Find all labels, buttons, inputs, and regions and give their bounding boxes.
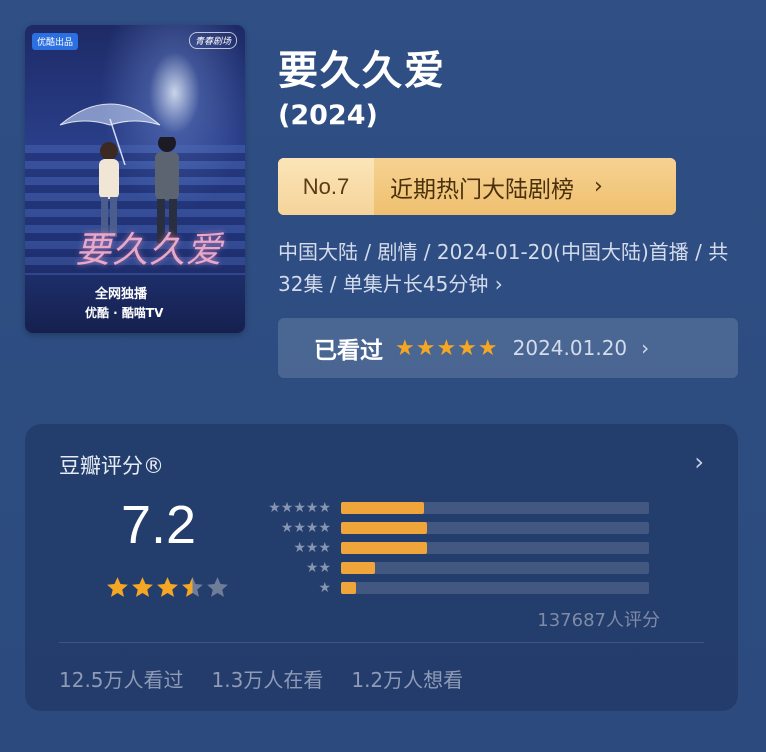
- movie-detail-page: 优酷出品 青春剧场 要久久爱 全网独播 优酷 · 酷喵TV 要久久爱 (2024…: [0, 0, 766, 752]
- rating-bar-fill: [341, 582, 357, 594]
- ranking-banner[interactable]: No.7 近期热门大陆剧榜 ›: [278, 158, 676, 215]
- star-icon: [207, 577, 228, 597]
- rating-bar-stars: ★: [318, 580, 331, 596]
- star-icon: [157, 577, 178, 597]
- rating-bar-row: ★★★★: [261, 518, 661, 538]
- poster-badge-theater: 青春剧场: [188, 32, 237, 49]
- rank-label-container: 近期热门大陆剧榜 ›: [374, 158, 676, 215]
- star-icon: [107, 577, 128, 597]
- rating-bar-track: [341, 522, 649, 534]
- movie-title: 要久久爱: [278, 48, 446, 94]
- rating-bar-fill: [341, 502, 425, 514]
- rank-label: 近期热门大陆剧榜: [390, 176, 574, 203]
- rating-bar-fill: [341, 562, 375, 574]
- rating-distribution: ★★★★★ ★★★★ ★★★ ★★ ★: [261, 498, 661, 598]
- poster-exclusive-label: 全网独播: [95, 287, 148, 302]
- poster-image[interactable]: 优酷出品 青春剧场 要久久爱 全网独播 优酷 · 酷喵TV: [25, 25, 245, 333]
- rating-bar-row: ★★: [261, 558, 661, 578]
- rating-bar-stars: ★★★★★: [268, 500, 331, 516]
- douban-rating-card[interactable]: 豆瓣评分® › 7.2 ★★★★★ ★★★★ ★★★ ★★ ★ 137687人评分 12…: [25, 424, 738, 711]
- rating-bar-track: [341, 502, 649, 514]
- watched-status-button[interactable]: 已看过 ★★★★★ 2024.01.20 ›: [278, 318, 738, 378]
- star-icon: [182, 577, 203, 597]
- rating-bar-row: ★: [261, 578, 661, 598]
- rating-bar-track: [341, 582, 649, 594]
- stat-watched: 12.5万人看过: [59, 668, 184, 692]
- rating-bar-stars: ★★★★: [280, 520, 331, 536]
- rating-bar-row: ★★★★★: [261, 498, 661, 518]
- viewer-stats: 12.5万人看过 1.3万人在看 1.2万人想看: [59, 664, 463, 693]
- star-icon: [132, 577, 153, 597]
- rating-bar-stars: ★★★: [293, 540, 331, 556]
- watched-date: 2024.01.20: [512, 336, 628, 360]
- movie-meta-info[interactable]: 中国大陆 / 剧情 / 2024-01-20(中国大陆)首播 / 共32集 / …: [278, 236, 748, 300]
- stat-watching: 1.3万人在看: [211, 668, 324, 692]
- rating-bar-track: [341, 542, 649, 554]
- stat-want-to-watch: 1.2万人想看: [351, 668, 464, 692]
- rating-bar-row: ★★★: [261, 538, 661, 558]
- movie-year: (2024): [278, 100, 378, 131]
- rank-number: No.7: [278, 158, 374, 215]
- chevron-right-icon: ›: [641, 336, 650, 360]
- poster-badge-producer: 优酷出品: [32, 33, 79, 50]
- my-rating-stars: ★★★★★: [395, 335, 499, 361]
- rating-stars: [105, 575, 230, 600]
- chevron-right-icon[interactable]: ›: [694, 448, 704, 476]
- rating-card-title: 豆瓣评分®: [59, 454, 164, 478]
- watched-label: 已看过: [314, 338, 383, 364]
- rating-count: 137687人评分: [537, 610, 660, 631]
- rating-bar-stars: ★★: [305, 560, 331, 576]
- chevron-right-icon: ›: [594, 174, 603, 199]
- rating-score: 7.2: [121, 495, 197, 555]
- poster-platforms: 优酷 · 酷喵TV: [85, 306, 164, 320]
- divider: [59, 642, 704, 643]
- rating-bar-fill: [341, 522, 428, 534]
- poster-title-art: 要久久爱: [75, 230, 224, 271]
- rating-bar-fill: [341, 542, 428, 554]
- rating-bar-track: [341, 562, 649, 574]
